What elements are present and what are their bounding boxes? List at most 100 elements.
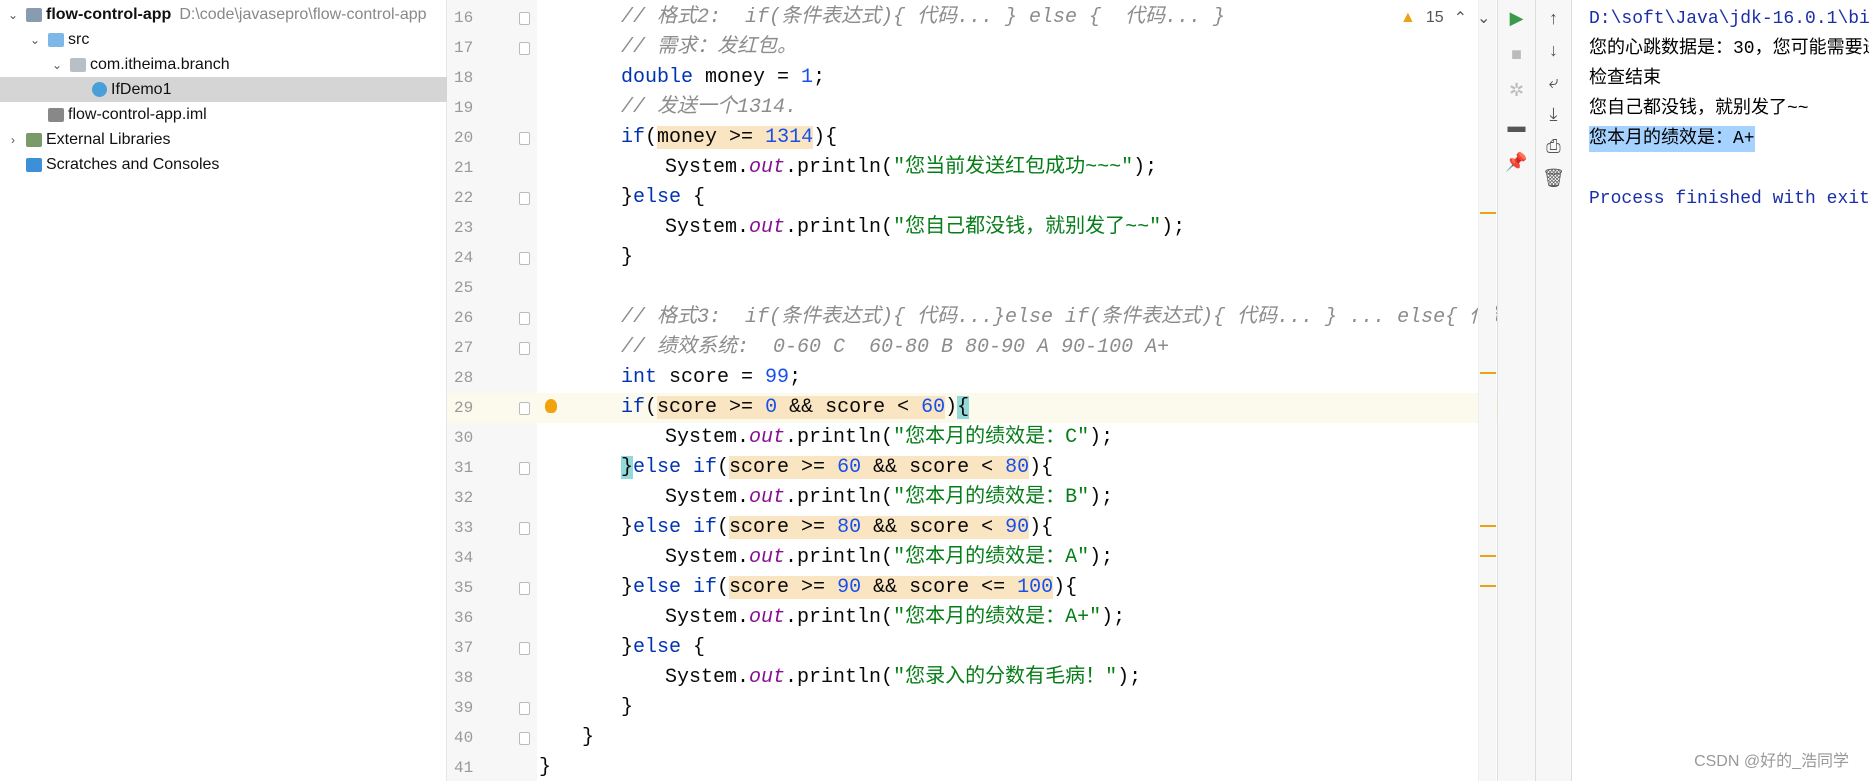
code-line[interactable]: System.out.println("您自己都没钱，就别发了~~"); — [537, 213, 1497, 243]
console-line: Process finished with exit code 0 — [1589, 189, 1869, 209]
fold-marker-icon[interactable] — [519, 312, 530, 325]
fold-marker-icon[interactable] — [519, 252, 530, 265]
chevron-down-icon[interactable]: ⌄ — [6, 8, 20, 22]
code-line[interactable]: // 绩效系统: 0-60 C 60-80 B 80-90 A 90-100 A… — [537, 333, 1497, 363]
tree-item[interactable]: IfDemo1 — [0, 77, 447, 102]
code-line[interactable]: System.out.println("您当前发送红包成功~~~"); — [537, 153, 1497, 183]
code-token: 0 — [765, 396, 778, 419]
code-token: score >= — [729, 516, 838, 539]
tree-item[interactable]: Scratches and Consoles — [0, 152, 447, 177]
code-line[interactable]: // 格式3: if(条件表达式){ 代码...}else if(条件表达式){… — [537, 303, 1557, 333]
fold-marker-icon[interactable] — [519, 522, 530, 535]
next-highlight-icon[interactable]: ⌄ — [1477, 8, 1490, 28]
code-line[interactable]: } — [537, 243, 1497, 273]
code-line[interactable]: System.out.println("您本月的绩效是：A+"); — [537, 603, 1497, 633]
fold-marker-icon[interactable] — [519, 402, 530, 415]
code-token: money = — [693, 66, 802, 89]
code-line[interactable]: }else { — [537, 633, 1497, 663]
code-line[interactable]: // 格式2: if(条件表达式){ 代码... } else { 代码... … — [537, 3, 1497, 33]
code-line[interactable]: // 需求：发红包。 — [537, 33, 1497, 63]
chevron-right-icon[interactable]: › — [6, 133, 20, 147]
tree-item-label: flow-control-app.iml — [68, 105, 207, 123]
fold-marker-icon[interactable] — [519, 642, 530, 655]
warning-stripe[interactable] — [1480, 585, 1496, 587]
code-line[interactable]: // 发送一个1314. — [537, 93, 1497, 123]
tree-item[interactable]: ⌄ src — [0, 27, 447, 52]
fold-marker-icon[interactable] — [519, 462, 530, 475]
fold-marker-icon[interactable] — [519, 132, 530, 145]
soft-wrap-icon[interactable]: ⤶ — [1536, 72, 1571, 93]
down-arrow-icon[interactable]: ↓ — [1536, 40, 1571, 61]
inspection-widget[interactable]: ▲ 15 ⌃ ⌄ — [1400, 8, 1490, 28]
prev-highlight-icon[interactable]: ⌃ — [1454, 8, 1467, 28]
trash-icon[interactable]: 🗑 — [1536, 168, 1571, 189]
line-number: 28 — [454, 369, 474, 387]
code-token: } — [621, 636, 634, 659]
code-token: 1314 — [765, 126, 814, 149]
editor-scrollbar[interactable] — [1478, 0, 1496, 781]
code-line[interactable]: }else if(score >= 80 && score < 90){ — [537, 513, 1497, 543]
chevron-down-icon[interactable]: ⌄ — [50, 58, 64, 72]
code-token: "您本月的绩效是：C" — [893, 426, 1090, 449]
code-line[interactable]: }else if(score >= 60 && score < 80){ — [537, 453, 1497, 483]
code-token: System. — [665, 546, 750, 569]
code-line[interactable]: System.out.println("您本月的绩效是：A"); — [537, 543, 1497, 573]
run-icon[interactable]: ▶ — [1498, 8, 1535, 29]
code-token: && score < — [861, 516, 1006, 539]
stop-icon[interactable]: ■ — [1498, 44, 1535, 65]
code-line[interactable]: } — [537, 753, 1497, 783]
fold-marker-icon[interactable] — [519, 582, 530, 595]
code-token: System. — [665, 666, 750, 689]
layout-icon[interactable]: ▬ — [1498, 116, 1535, 137]
code-token: ( — [717, 576, 730, 599]
code-line[interactable]: } — [537, 723, 1497, 753]
warning-stripe[interactable] — [1480, 372, 1496, 374]
fold-marker-icon[interactable] — [519, 702, 530, 715]
fold-marker-icon[interactable] — [519, 732, 530, 745]
fold-marker-icon[interactable] — [519, 42, 530, 55]
fold-marker-icon[interactable] — [519, 12, 530, 25]
code-line[interactable] — [537, 273, 1497, 303]
code-line[interactable]: int score = 99; — [537, 363, 1497, 393]
code-token: } — [621, 516, 634, 539]
code-token: out — [749, 426, 786, 449]
fold-marker-icon[interactable] — [519, 192, 530, 205]
code-line[interactable]: System.out.println("您本月的绩效是：B"); — [537, 483, 1497, 513]
code-token: && score < — [777, 396, 922, 419]
code-line[interactable]: } — [537, 693, 1497, 723]
code-token: System. — [665, 606, 750, 629]
warning-stripe[interactable] — [1480, 212, 1496, 214]
tree-item[interactable]: flow-control-app.iml — [0, 102, 447, 127]
print-icon[interactable]: ⎙ — [1536, 136, 1571, 157]
code-line[interactable]: double money = 1; — [537, 63, 1497, 93]
line-number: 27 — [454, 339, 474, 357]
tree-item-label: flow-control-app — [46, 5, 172, 23]
line-number: 22 — [454, 189, 474, 207]
tree-item[interactable]: › External Libraries — [0, 127, 447, 152]
code-line[interactable]: }else { — [537, 183, 1497, 213]
code-line[interactable]: }else if(score >= 90 && score <= 100){ — [537, 573, 1497, 603]
chevron-down-icon[interactable]: ⌄ — [28, 33, 42, 47]
scroll-to-end-icon[interactable]: ⤓ — [1536, 104, 1571, 125]
code-line[interactable]: System.out.println("您录入的分数有毛病！"); — [537, 663, 1497, 693]
code-token: if — [621, 396, 646, 419]
intention-bulb-icon[interactable] — [545, 399, 557, 413]
package-icon — [70, 57, 86, 72]
fold-marker-icon[interactable] — [519, 342, 530, 355]
code-token: else if — [633, 516, 718, 539]
up-arrow-icon[interactable]: ↑ — [1536, 8, 1571, 29]
tree-item[interactable]: ⌄ com.itheima.branch — [0, 52, 447, 77]
code-token: else if — [633, 576, 718, 599]
debug-rerun-icon[interactable]: ✲ — [1498, 80, 1535, 101]
code-token: } — [621, 246, 634, 269]
code-editor[interactable]: // 格式2: if(条件表达式){ 代码... } else { 代码... … — [537, 0, 1557, 783]
warning-stripe[interactable] — [1480, 525, 1496, 527]
code-line[interactable]: if(money >= 1314){ — [537, 123, 1497, 153]
warning-stripe[interactable] — [1480, 555, 1496, 557]
run-console[interactable]: D:\soft\Java\jdk-16.0.1\bin\java.exe 您的心跳… — [1571, 0, 1869, 781]
code-line[interactable]: System.out.println("您本月的绩效是：C"); — [537, 423, 1497, 453]
code-token: // 格式3: if(条件表达式){ 代码...}else if(条件表达式){… — [621, 306, 1558, 329]
code-line[interactable]: if(score >= 0 && score < 60){ — [537, 393, 1497, 423]
tree-item[interactable]: ⌄ flow-control-app D:\code\javasepro\flow-… — [0, 2, 447, 27]
pin-icon[interactable]: 📌 — [1498, 152, 1535, 173]
